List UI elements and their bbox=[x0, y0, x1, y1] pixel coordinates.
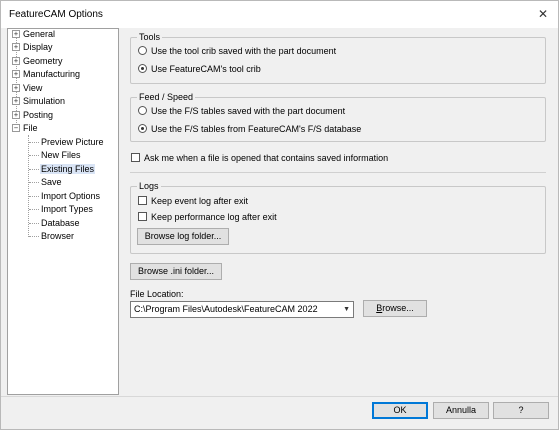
tree-branch-line bbox=[29, 142, 39, 143]
tools-group-title: Tools bbox=[137, 32, 163, 43]
tree-item-simulation[interactable]: + Simulation bbox=[12, 95, 65, 108]
tree-branch-line bbox=[29, 236, 39, 237]
tree-branch-line bbox=[29, 155, 39, 156]
chevron-down-icon[interactable]: ▼ bbox=[343, 302, 350, 317]
tree-branch-line bbox=[29, 182, 39, 183]
tree-item-existing-files[interactable]: Existing Files bbox=[40, 163, 96, 176]
fs-option-saved-tables[interactable]: Use the F/S tables saved with the part d… bbox=[138, 105, 345, 117]
options-dialog: FeatureCAM Options ✕ + General + Display +… bbox=[0, 0, 559, 430]
cancel-button[interactable]: Annulla bbox=[433, 402, 489, 419]
expand-icon[interactable]: + bbox=[12, 110, 20, 119]
expand-icon[interactable]: + bbox=[12, 29, 20, 38]
checkbox[interactable] bbox=[131, 153, 140, 163]
browse-file-location-button[interactable]: Browse... bbox=[363, 300, 427, 317]
tree-item-view[interactable]: + View bbox=[12, 82, 42, 95]
file-location-combo[interactable]: C:\Program Files\Autodesk\FeatureCAM 202… bbox=[130, 301, 354, 318]
tree-item-database[interactable]: Database bbox=[41, 217, 80, 230]
tree-item-save[interactable]: Save bbox=[41, 176, 62, 189]
footer-separator bbox=[1, 396, 558, 397]
feed-speed-group-title: Feed / Speed bbox=[137, 92, 196, 103]
tree-item-import-types[interactable]: Import Types bbox=[41, 203, 93, 216]
radio-button[interactable] bbox=[138, 106, 147, 116]
keep-performance-log-checkbox[interactable]: Keep performance log after exit bbox=[138, 211, 277, 223]
close-icon[interactable]: ✕ bbox=[536, 7, 550, 21]
expand-icon[interactable]: + bbox=[12, 83, 20, 92]
help-button[interactable]: ? bbox=[493, 402, 549, 419]
tree-item-browser[interactable]: Browser bbox=[41, 230, 74, 243]
browse-log-folder-button[interactable]: Browse log folder... bbox=[137, 228, 229, 245]
collapse-icon[interactable]: − bbox=[12, 123, 20, 132]
tree-item-general[interactable]: + General bbox=[12, 28, 55, 41]
logs-group-title: Logs bbox=[137, 181, 161, 192]
radio-button[interactable] bbox=[138, 46, 147, 56]
expand-icon[interactable]: + bbox=[12, 42, 20, 51]
expand-icon[interactable]: + bbox=[12, 96, 20, 105]
fs-option-database-tables[interactable]: Use the F/S tables from FeatureCAM's F/S… bbox=[138, 123, 361, 135]
tree-guide-line bbox=[28, 135, 29, 237]
keep-event-log-checkbox[interactable]: Keep event log after exit bbox=[138, 195, 248, 207]
window-title: FeatureCAM Options bbox=[9, 9, 103, 20]
browse-ini-folder-button[interactable]: Browse .ini folder... bbox=[130, 263, 222, 280]
tree-item-geometry[interactable]: + Geometry bbox=[12, 55, 63, 68]
checkbox[interactable] bbox=[138, 196, 147, 206]
tree-item-new-files[interactable]: New Files bbox=[41, 149, 81, 162]
tree-item-manufacturing[interactable]: + Manufacturing bbox=[12, 68, 80, 81]
radio-button-selected[interactable] bbox=[138, 124, 147, 134]
tree-item-preview-picture[interactable]: Preview Picture bbox=[41, 136, 104, 149]
tools-option-featurecam-crib[interactable]: Use FeatureCAM's tool crib bbox=[138, 63, 261, 75]
checkbox[interactable] bbox=[138, 212, 147, 222]
tree-item-posting[interactable]: + Posting bbox=[12, 109, 53, 122]
tree-item-file[interactable]: − File bbox=[12, 122, 38, 135]
expand-icon[interactable]: + bbox=[12, 69, 20, 78]
feed-speed-group: Feed / Speed bbox=[130, 92, 546, 142]
tree-branch-line bbox=[29, 196, 39, 197]
tools-option-saved-crib[interactable]: Use the tool crib saved with the part do… bbox=[138, 45, 336, 57]
tree-branch-line bbox=[29, 209, 39, 210]
radio-button-selected[interactable] bbox=[138, 64, 147, 74]
file-location-value: C:\Program Files\Autodesk\FeatureCAM 202… bbox=[134, 304, 318, 314]
tree-branch-line bbox=[29, 169, 39, 170]
ok-button[interactable]: OK bbox=[372, 402, 428, 419]
options-tree[interactable]: + General + Display + Geometry + Manufacturi… bbox=[7, 28, 119, 395]
title-bar: FeatureCAM Options ✕ bbox=[1, 1, 558, 28]
tree-item-display[interactable]: + Display bbox=[12, 41, 53, 54]
tree-item-import-options[interactable]: Import Options bbox=[41, 190, 100, 203]
separator bbox=[130, 172, 546, 173]
file-location-label: File Location: bbox=[130, 289, 184, 299]
expand-icon[interactable]: + bbox=[12, 56, 20, 65]
ask-saved-info-checkbox[interactable]: Ask me when a file is opened that contai… bbox=[131, 152, 388, 164]
tree-branch-line bbox=[29, 223, 39, 224]
